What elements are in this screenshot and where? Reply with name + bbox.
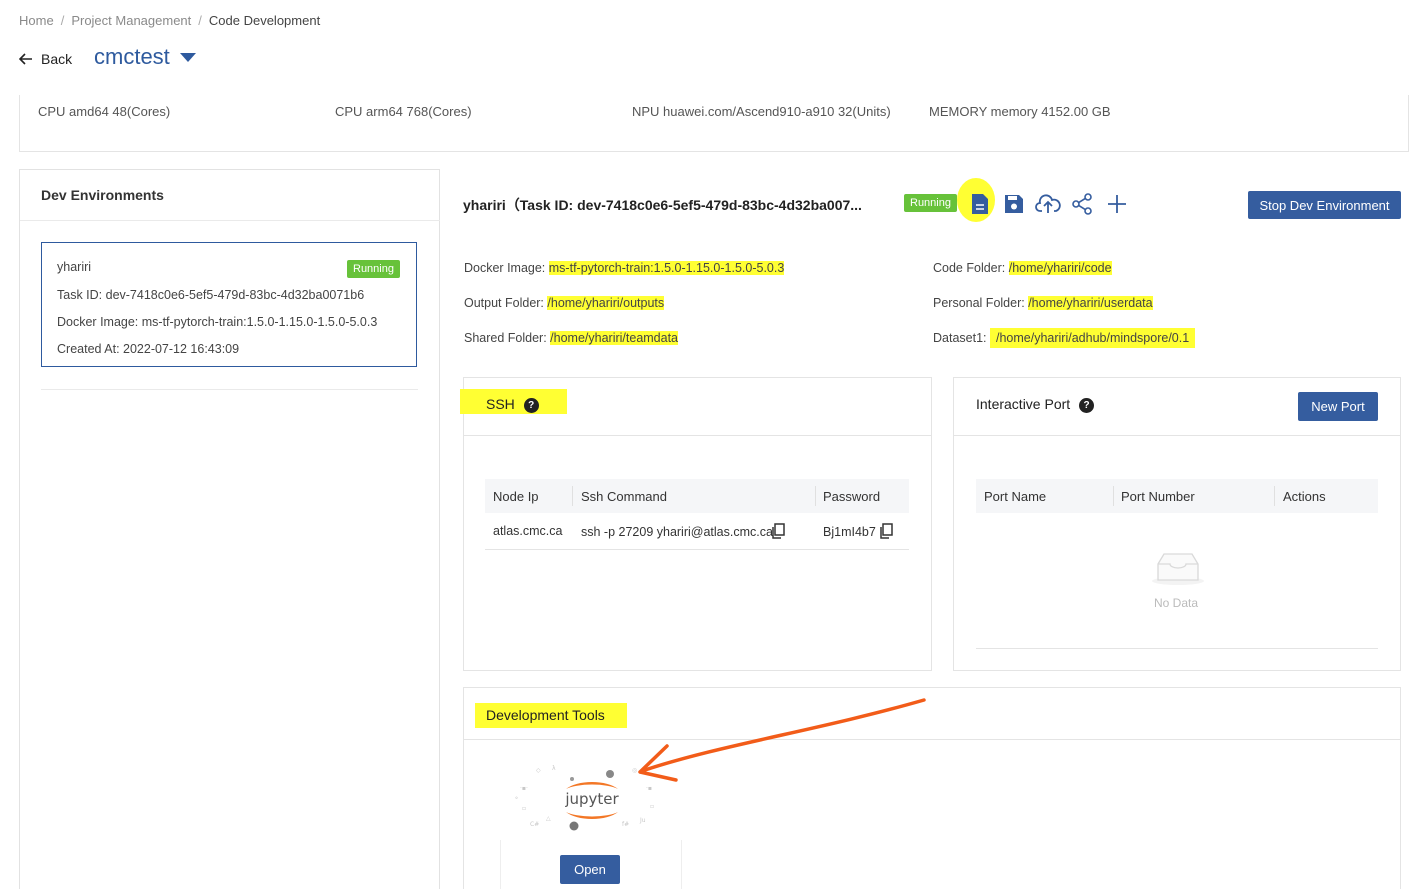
docker-image-value: ms-tf-pytorch-train:1.5.0-1.15.0-1.5.0-5… xyxy=(548,261,785,275)
column-actions: Actions xyxy=(1283,489,1326,504)
ssh-title-text: SSH xyxy=(486,396,515,412)
svg-text:▫: ▫ xyxy=(522,805,526,812)
resource-memory: MEMORY memory 4152.00 GB xyxy=(929,104,1111,119)
divider xyxy=(20,220,440,221)
env-docker-image: Docker Image: ms-tf-pytorch-train:1.5.0-… xyxy=(57,315,378,329)
divider xyxy=(464,435,931,436)
column-separator xyxy=(572,486,573,506)
divider xyxy=(41,389,418,390)
svg-text:·▪·: ·▪· xyxy=(520,785,528,792)
svg-text:f#: f# xyxy=(622,821,629,828)
docker-image-field: Docker Image: ms-tf-pytorch-train:1.5.0-… xyxy=(464,261,785,275)
code-folder-value: /home/yhariri/code xyxy=(1008,261,1112,275)
help-icon[interactable]: ? xyxy=(523,397,539,413)
jupyter-wordmark: jupyter xyxy=(564,790,619,808)
shared-folder-value: /home/yhariri/teamdata xyxy=(550,331,679,345)
ssh-password: Bj1mI4b7 xyxy=(823,525,876,539)
output-folder-field: Output Folder: /home/yhariri/outputs xyxy=(464,296,665,310)
empty-inbox-icon xyxy=(1150,550,1206,589)
development-tools-title: Development Tools xyxy=(486,707,605,723)
personal-folder-field: Personal Folder: /home/yhariri/userdata xyxy=(933,296,1153,310)
svg-text:◇: ◇ xyxy=(536,767,541,774)
svg-text:·▪: ·▪ xyxy=(646,785,652,792)
column-separator xyxy=(1113,486,1114,506)
divider xyxy=(954,435,1400,436)
stop-dev-environment-button[interactable]: Stop Dev Environment xyxy=(1248,191,1401,219)
breadcrumb-current: Code Development xyxy=(208,13,321,28)
interactive-port-title-text: Interactive Port xyxy=(976,396,1071,412)
shared-folder-field: Shared Folder: /home/yhariri/teamdata xyxy=(464,331,679,345)
shared-folder-label: Shared Folder: xyxy=(464,331,547,345)
ssh-node-ip: atlas.cmc.ca xyxy=(493,524,563,538)
plus-icon[interactable] xyxy=(1103,190,1131,218)
interactive-port-title: Interactive Port ? xyxy=(976,396,1095,413)
svg-text:△: △ xyxy=(546,815,551,822)
column-separator xyxy=(815,486,816,506)
jupyter-logo: ◇ λ ·▪· ▫ C# △ ◎ ·▪ ▫ f# Ju ⚬ jupyter xyxy=(510,760,670,835)
env-name: yhariri xyxy=(57,260,92,274)
svg-text:▫: ▫ xyxy=(650,803,654,810)
column-ssh-command: Ssh Command xyxy=(581,489,667,504)
breadcrumb-home[interactable]: Home xyxy=(19,13,54,28)
project-name: cmctest xyxy=(94,44,170,69)
resource-cpu-arm64: CPU arm64 768(Cores) xyxy=(335,104,472,119)
dev-environments-title: Dev Environments xyxy=(41,187,164,203)
back-label: Back xyxy=(41,51,73,67)
svg-text:Ju: Ju xyxy=(639,817,646,824)
arrow-left-icon xyxy=(19,53,32,65)
copy-icon[interactable] xyxy=(771,523,785,542)
output-folder-label: Output Folder: xyxy=(464,296,544,310)
code-folder-label: Code Folder: xyxy=(933,261,1006,275)
dataset1-value: /home/yhariri/adhub/mindspore/0.1 xyxy=(990,328,1196,348)
back-button[interactable]: Back xyxy=(19,51,72,67)
ssh-command: ssh -p 27209 yhariri@atlas.cmc.ca xyxy=(581,525,773,539)
column-password: Password xyxy=(823,489,881,504)
caret-down-icon xyxy=(179,52,196,62)
breadcrumb-project-management[interactable]: Project Management xyxy=(71,13,191,28)
status-badge: Running xyxy=(347,260,400,278)
svg-text:◎: ◎ xyxy=(632,767,637,774)
project-selector[interactable]: cmctest xyxy=(94,44,196,70)
empty-state-text: No Data xyxy=(1154,596,1199,610)
divider xyxy=(976,648,1378,649)
dataset1-label: Dataset1: xyxy=(933,331,987,345)
file-icon[interactable] xyxy=(966,190,994,218)
env-created-at: Created At: 2022-07-12 16:43:09 xyxy=(57,342,240,356)
help-icon[interactable]: ? xyxy=(1079,397,1095,413)
column-port-number: Port Number xyxy=(1121,489,1195,504)
column-separator xyxy=(1274,486,1275,506)
column-node-ip: Node Ip xyxy=(493,489,539,504)
output-folder-value: /home/yhariri/outputs xyxy=(547,296,665,310)
personal-folder-value: /home/yhariri/userdata xyxy=(1028,296,1153,310)
breadcrumb: Home / Project Management / Code Development xyxy=(19,13,320,28)
svg-text:C#: C# xyxy=(530,821,539,828)
resource-npu: NPU huawei.com/Ascend910-a910 32(Units) xyxy=(632,104,891,119)
personal-folder-label: Personal Folder: xyxy=(933,296,1025,310)
dataset1-field: Dataset1: /home/yhariri/adhub/mindspore/… xyxy=(933,328,1196,348)
divider xyxy=(464,739,1400,740)
svg-text:λ: λ xyxy=(552,765,556,772)
env-detail-title: yhariri（Task ID: dev-7418c0e6-5ef5-479d-… xyxy=(463,197,862,213)
ssh-title: SSH ? xyxy=(486,396,539,413)
save-icon[interactable] xyxy=(1000,190,1028,218)
new-port-button[interactable]: New Port xyxy=(1298,392,1378,421)
share-icon[interactable] xyxy=(1068,190,1096,218)
status-badge: Running xyxy=(904,194,957,212)
copy-icon[interactable] xyxy=(879,523,893,542)
divider xyxy=(485,549,909,550)
docker-image-label: Docker Image: xyxy=(464,261,546,275)
open-jupyter-button[interactable]: Open xyxy=(560,855,620,884)
column-port-name: Port Name xyxy=(984,489,1047,504)
breadcrumb-separator: / xyxy=(198,13,202,28)
breadcrumb-separator: / xyxy=(60,13,65,28)
env-task-id: Task ID: dev-7418c0e6-5ef5-479d-83bc-4d3… xyxy=(57,288,365,302)
code-folder-field: Code Folder: /home/yhariri/code xyxy=(933,261,1112,275)
cloud-upload-icon[interactable] xyxy=(1034,190,1062,218)
svg-text:⚬: ⚬ xyxy=(514,795,519,802)
interactive-port-panel xyxy=(953,377,1401,671)
resource-cpu-amd64: CPU amd64 48(Cores) xyxy=(38,104,171,119)
